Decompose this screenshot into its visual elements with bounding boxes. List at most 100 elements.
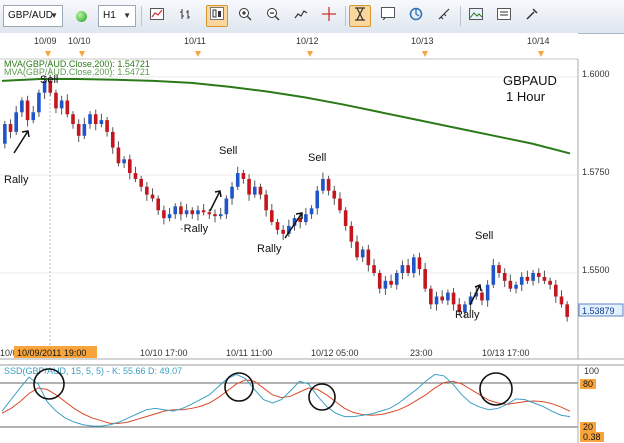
candle bbox=[167, 214, 172, 219]
candle bbox=[485, 284, 490, 301]
candle bbox=[145, 186, 149, 195]
timeframe-value: H1 bbox=[103, 10, 116, 21]
date-tab: 10/12 bbox=[296, 36, 319, 46]
candle bbox=[184, 210, 189, 215]
candle bbox=[406, 265, 410, 273]
candle bbox=[491, 265, 496, 285]
candle bbox=[338, 198, 342, 211]
candle bbox=[99, 120, 104, 125]
candle bbox=[264, 194, 268, 211]
picture-icon bbox=[469, 7, 483, 25]
candle bbox=[14, 112, 18, 132]
candle bbox=[179, 206, 183, 215]
candle bbox=[252, 186, 257, 195]
candle bbox=[207, 212, 212, 215]
candle bbox=[400, 265, 405, 273]
zoom-in-button[interactable] bbox=[234, 5, 256, 27]
candle bbox=[451, 292, 456, 305]
candle-chart-icon bbox=[210, 7, 224, 25]
candle bbox=[258, 186, 263, 195]
candle bbox=[105, 120, 109, 132]
crosshair-icon bbox=[322, 6, 336, 26]
candle bbox=[88, 114, 92, 125]
candle bbox=[3, 124, 7, 144]
sell-annotation: Sell bbox=[40, 74, 58, 86]
symbol-select[interactable]: GBP/AUD ▼ bbox=[3, 5, 63, 27]
candle bbox=[360, 249, 365, 258]
indicator-button[interactable] bbox=[290, 5, 312, 27]
timeframe-select[interactable]: H1 ▼ bbox=[98, 5, 136, 27]
candle-chart-button[interactable] bbox=[206, 5, 228, 27]
sell-annotation: Sell bbox=[219, 145, 237, 157]
oscillator-pane[interactable]: SSD(GBP/AUD, 15, 5, 5) - K: 55.66 D: 49.… bbox=[0, 364, 624, 443]
candle bbox=[218, 214, 223, 217]
properties-icon bbox=[497, 7, 511, 25]
indicator-icon bbox=[294, 7, 308, 25]
candle bbox=[241, 173, 246, 179]
crosshair-button[interactable] bbox=[318, 5, 340, 27]
toolbar-divider bbox=[460, 6, 461, 26]
rally-annotation: Rally bbox=[257, 243, 282, 255]
line-chart-button[interactable] bbox=[146, 5, 168, 27]
candle bbox=[508, 280, 513, 289]
ruler-icon bbox=[437, 7, 451, 26]
candle bbox=[275, 222, 280, 230]
price-tick: 1.5750 bbox=[582, 167, 610, 177]
candle bbox=[133, 173, 138, 179]
candle bbox=[139, 178, 143, 187]
candle bbox=[366, 249, 371, 266]
pair-label: GBPAUD bbox=[503, 73, 557, 88]
chevron-down-icon: ▼ bbox=[50, 11, 58, 20]
candle bbox=[173, 206, 178, 215]
candle bbox=[326, 178, 331, 191]
candle bbox=[434, 296, 439, 305]
candle bbox=[235, 173, 240, 187]
candle bbox=[315, 190, 320, 209]
ruler-button[interactable] bbox=[433, 5, 455, 27]
oscillator-tick-lower: 20 bbox=[583, 422, 593, 432]
candle bbox=[343, 210, 348, 226]
rally-annotation: Rally bbox=[4, 174, 29, 186]
candle bbox=[497, 265, 501, 273]
oscillator-tick-top: 100 bbox=[584, 366, 599, 376]
candle bbox=[559, 296, 564, 305]
period-separator-button[interactable] bbox=[377, 5, 399, 27]
date-tab: 10/09 bbox=[34, 36, 57, 46]
candle bbox=[76, 124, 81, 136]
time-tick: 23:00 bbox=[410, 348, 433, 358]
timeframe-label: 1 Hour bbox=[506, 89, 546, 104]
properties-button[interactable] bbox=[493, 5, 515, 27]
candle bbox=[502, 273, 507, 281]
data-button[interactable] bbox=[349, 5, 371, 27]
bar-chart-button[interactable] bbox=[174, 5, 196, 27]
picture-button[interactable] bbox=[465, 5, 487, 27]
date-tab: 10/14 bbox=[527, 36, 550, 46]
chevron-down-icon: ▼ bbox=[123, 11, 131, 20]
status-ball-button[interactable] bbox=[70, 5, 92, 27]
price-chart[interactable]: 10/09 10/10 10/11 10/12 10/13 10/14 MVA(GBP/A… bbox=[0, 33, 624, 443]
candle bbox=[270, 210, 274, 223]
candle bbox=[446, 292, 450, 301]
candle bbox=[110, 131, 115, 148]
candle bbox=[20, 100, 24, 113]
tools-button[interactable] bbox=[521, 5, 543, 27]
oscillator-tick-upper: 80 bbox=[583, 379, 593, 389]
candle bbox=[128, 159, 132, 174]
oscillator-tick-current: 0.38 bbox=[583, 432, 601, 442]
candle bbox=[31, 112, 36, 121]
price-tick: 1.5500 bbox=[582, 265, 610, 275]
candle bbox=[59, 100, 64, 109]
candle bbox=[116, 147, 121, 164]
rally-annotation: Rally bbox=[455, 309, 480, 321]
time-tick: 10/13 17:00 bbox=[482, 348, 530, 358]
candle bbox=[514, 284, 518, 289]
candle bbox=[8, 124, 13, 132]
auto-scroll-button[interactable] bbox=[405, 5, 427, 27]
rally-annotation: ·Rally bbox=[180, 223, 209, 235]
date-tab: 10/10 bbox=[68, 36, 91, 46]
candle bbox=[82, 124, 87, 136]
bar-chart-icon bbox=[179, 7, 191, 25]
zoom-out-button[interactable] bbox=[262, 5, 284, 27]
candle bbox=[93, 114, 98, 125]
green-ball-icon bbox=[75, 10, 87, 22]
